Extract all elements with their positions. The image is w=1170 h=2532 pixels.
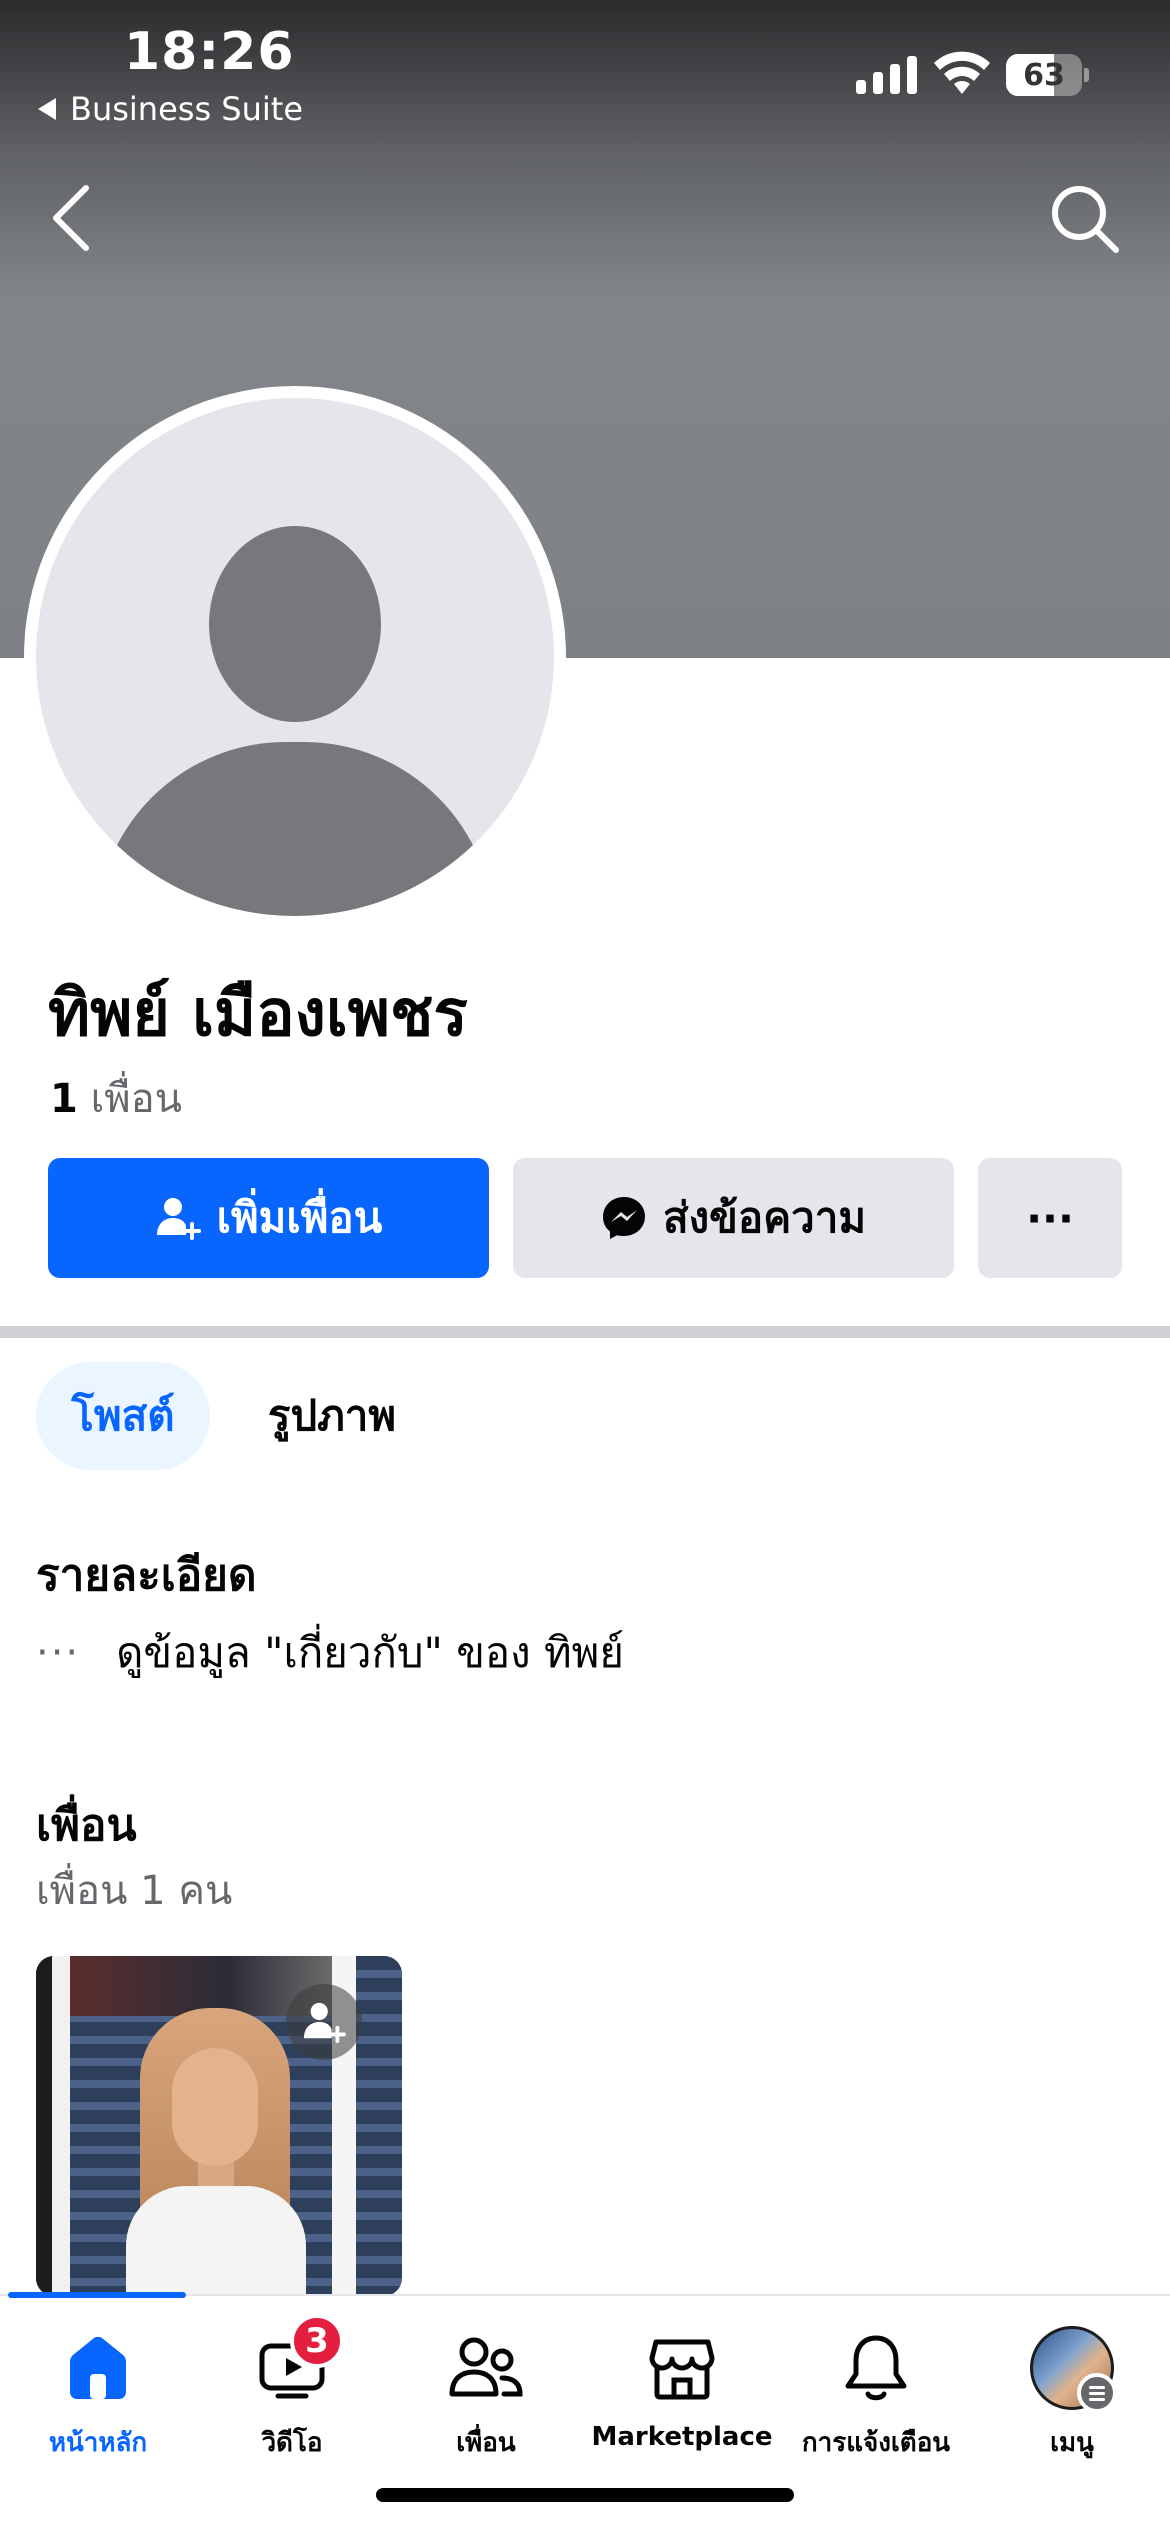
battery-icon: 63 [1006, 54, 1089, 96]
nav-video-label: วิดีโอ [261, 2428, 323, 2458]
tab-photos[interactable]: รูปภาพ [240, 1362, 424, 1470]
add-friend-button[interactable]: เพิ่มเพื่อน [48, 1158, 489, 1278]
nav-home-label: หน้าหลัก [48, 2428, 148, 2458]
message-label: ส่งข้อความ [662, 1193, 867, 1242]
add-friend-label: เพิ่มเพื่อน [216, 1193, 383, 1242]
message-button[interactable]: ส่งข้อความ [513, 1158, 954, 1278]
marketplace-icon [649, 2339, 715, 2400]
status-time: 18:26 [124, 22, 295, 82]
friend-count-label: เพื่อน [90, 1076, 182, 1122]
nav-friends-label: เพื่อน [456, 2428, 516, 2458]
profile-picture[interactable] [24, 386, 566, 928]
bell-icon [845, 2335, 907, 2401]
search-icon[interactable] [1046, 180, 1122, 256]
friend-card[interactable] [36, 1956, 402, 2296]
home-indicator[interactable] [376, 2488, 794, 2502]
back-app-label: Business Suite [70, 90, 303, 128]
nav-notifications[interactable]: การแจ้งเตือน [778, 2326, 974, 2476]
back-triangle-icon [38, 98, 56, 120]
nav-menu-label: เมนู [1050, 2428, 1094, 2458]
nav-video[interactable]: 3 วิดีโอ [194, 2314, 390, 2476]
messenger-icon [602, 1197, 645, 1239]
back-to-app-link[interactable]: Business Suite [38, 90, 303, 128]
more-dots-icon: ··· [36, 1630, 81, 1676]
nav-marketplace-label: Marketplace [591, 2422, 773, 2452]
video-badge: 3 [290, 2314, 344, 2368]
tab-posts[interactable]: โพสต์ [36, 1362, 210, 1470]
menu-avatar [1030, 2326, 1117, 2413]
friend-count-number: 1 [50, 1076, 78, 1122]
profile-friend-count[interactable]: 1 เพื่อน [50, 1066, 182, 1130]
profile-name: ทิพย์ เมืองเพชร [48, 977, 468, 1051]
back-chevron-icon[interactable] [44, 178, 104, 258]
more-options-button[interactable]: ··· [978, 1158, 1122, 1278]
about-info-link[interactable]: ··· ดูข้อมูล "เกี่ยวกับ" ของ ทิพย์ [36, 1620, 624, 1686]
nav-friends[interactable]: เพื่อน [388, 2326, 584, 2476]
nav-home[interactable]: หน้าหลัก [0, 2326, 196, 2476]
home-icon [70, 2336, 126, 2399]
more-options-icon: ··· [1026, 1193, 1074, 1243]
battery-level: 63 [1006, 54, 1082, 96]
default-avatar-icon [36, 398, 554, 916]
status-bar: 18:26 Business Suite 63 [0, 0, 1170, 140]
nav-marketplace[interactable]: Marketplace [584, 2326, 780, 2476]
about-info-label: ดูข้อมูล "เกี่ยวกับ" ของ ทิพย์ [116, 1628, 624, 1677]
menu-hamburger-icon [1077, 2373, 1117, 2413]
details-heading: รายละเอียด [36, 1550, 257, 1601]
active-tab-indicator [8, 2292, 186, 2298]
cellular-signal-icon [856, 56, 917, 94]
section-divider [0, 1326, 1170, 1338]
friends-heading: เพื่อน [36, 1800, 137, 1851]
friends-subtitle: เพื่อน 1 คน [36, 1868, 233, 1914]
friends-icon [449, 2337, 523, 2397]
nav-notifications-label: การแจ้งเตือน [801, 2428, 951, 2458]
add-person-icon [303, 2002, 346, 2044]
nav-menu[interactable]: เมนู [974, 2326, 1170, 2476]
add-person-icon [156, 1198, 201, 1240]
wifi-icon [934, 51, 990, 94]
add-friend-card-button[interactable] [286, 1984, 362, 2060]
